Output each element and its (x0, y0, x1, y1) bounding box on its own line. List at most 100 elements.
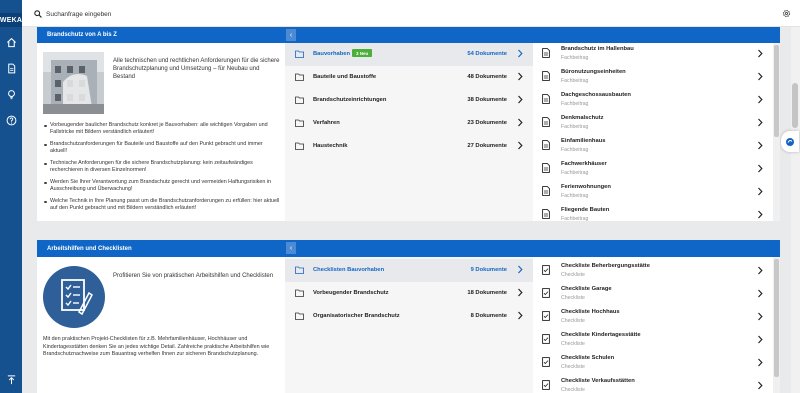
document-item[interactable]: Einfamilienhaus Fachbeitrag (533, 135, 771, 158)
feature-item: Welche Technik in Ihre Planung passt um … (43, 198, 281, 212)
category-item-haustechnik[interactable]: Haustechnik 27 Dokumente (285, 135, 533, 158)
section-promo-text: Alle technischen und rechtlichen Anforde… (113, 58, 280, 80)
category-item-organisatorischer-brandschutz[interactable]: Organisatorischer Brandschutz 8 Dokument… (285, 305, 533, 328)
folder-icon (295, 289, 304, 297)
document-type: Checkliste (561, 295, 585, 301)
checklist-icon (542, 288, 550, 298)
document-item[interactable]: Ferienwohnungen Fachbeitrag (533, 181, 771, 204)
collapse-button[interactable]: ‹ (286, 29, 296, 41)
document-icon (542, 117, 550, 127)
feature-item: Technische Anforderungen für die sichere… (43, 160, 281, 174)
document-title: Büronutzungseinheiten (561, 69, 626, 75)
document-type: Checkliste (561, 341, 585, 347)
document-list-scrollbar-thumb[interactable] (774, 259, 779, 377)
weka-logo[interactable]: WEKA (0, 13, 22, 27)
building-photo (43, 52, 104, 114)
category-item-bauteile[interactable]: Bauteile und Baustoffe 48 Dokumente (285, 66, 533, 89)
document-icon (542, 163, 550, 173)
checklist-icon (542, 380, 550, 390)
chevron-right-icon (758, 72, 763, 81)
folder-icon (295, 312, 304, 320)
category-count: 18 Dokumente (467, 290, 507, 296)
lightbulb-icon[interactable] (4, 87, 18, 101)
category-count: 48 Dokumente (467, 74, 507, 80)
document-type: Fachbeitrag (561, 101, 589, 107)
chevron-right-icon (518, 49, 523, 58)
document-title: Denkmalschutz (561, 115, 604, 121)
document-item[interactable]: Büronutzungseinheiten Fachbeitrag (533, 66, 771, 89)
checklist-icon (542, 311, 550, 321)
document-item[interactable]: Checkliste Hochhaus Checkliste (533, 306, 771, 329)
section-title: Arbeitshilfen und Checklisten (47, 245, 132, 252)
gear-icon[interactable] (782, 9, 791, 18)
document-item[interactable]: Checkliste Garage Checkliste (533, 283, 771, 306)
category-label: Brandschutzeinrichtungen (313, 97, 387, 103)
document-list-scrollbar-thumb[interactable] (774, 45, 779, 137)
category-item-vorbeugender-brandschutz[interactable]: Vorbeugender Brandschutz 18 Dokumente (285, 282, 533, 305)
category-item-brandschutzeinrichtungen[interactable]: Brandschutzeinrichtungen 38 Dokumente (285, 89, 533, 112)
document-type: Fachbeitrag (561, 78, 589, 84)
chevron-right-icon (758, 210, 763, 219)
category-item-verfahren[interactable]: Verfahren 23 Dokumente (285, 112, 533, 135)
document-title: Checkliste Beherbergungsstätte (561, 263, 650, 269)
document-type: Fachbeitrag (561, 55, 589, 61)
document-item[interactable]: Fliegende Bauten Fachbeitrag (533, 204, 771, 221)
section-arbeitshilfen: Arbeitshilfen und Checklisten ‹ Profitie… (37, 240, 780, 393)
document-title: Einfamilienhaus (561, 138, 606, 144)
category-count: 38 Dokumente (467, 97, 507, 103)
checklist-illustration (43, 266, 105, 328)
document-type: Fachbeitrag (561, 193, 589, 199)
category-label: Organisatorischer Brandschutz (313, 313, 400, 319)
category-label: Haustechnik (313, 143, 348, 149)
document-title: Fliegende Bauten (561, 207, 610, 213)
chevron-right-icon (758, 95, 763, 104)
feedback-widget[interactable] (781, 131, 799, 152)
chevron-right-icon (518, 72, 523, 81)
category-label: Bauteile und Baustoffe (313, 74, 377, 80)
category-item-checklisten-bauvorhaben[interactable]: Checklisten Bauvorhaben 9 Dokumente (285, 259, 533, 282)
chevron-right-icon (758, 381, 763, 390)
page-scrollbar-thumb[interactable] (792, 83, 798, 128)
category-list: Checklisten Bauvorhaben 9 Dokumente Vorb… (285, 257, 533, 393)
side-rail: WEKA (0, 0, 22, 393)
document-type: Fachbeitrag (561, 124, 589, 130)
document-item[interactable]: Checkliste Beherbergungsstätte Checklist… (533, 260, 771, 283)
chevron-right-icon (758, 118, 763, 127)
home-icon[interactable] (4, 35, 18, 49)
document-item[interactable]: Checkliste Kindertagesstätte Checkliste (533, 329, 771, 352)
search-input[interactable] (46, 7, 346, 21)
top-bar (22, 0, 800, 27)
document-item[interactable]: Brandschutz im Hallenbau Fachbeitrag (533, 43, 771, 66)
document-item[interactable]: Fachwerkhäuser Fachbeitrag (533, 158, 771, 181)
document-icon[interactable] (4, 61, 18, 75)
section-title: Brandschutz von A bis Z (47, 32, 117, 38)
chevron-right-icon (518, 118, 523, 127)
document-item[interactable]: Dachgeschossausbauten Fachbeitrag (533, 89, 771, 112)
chevron-right-icon (518, 311, 523, 320)
category-count: 9 Dokumente (470, 267, 507, 273)
chevron-right-icon (758, 358, 763, 367)
category-item-bauvorhaben[interactable]: Bauvorhaben 3 Neu 54 Dokumente (285, 43, 533, 66)
page-scrollbar[interactable] (791, 27, 800, 393)
search-icon[interactable] (34, 10, 42, 18)
section-promo-text: Profitieren Sie von praktischen Arbeitsh… (113, 273, 274, 279)
feature-item: Werden Sie Ihrer Verantwortung zum Brand… (43, 179, 281, 193)
folder-icon (295, 119, 304, 127)
folder-icon (295, 266, 304, 274)
scroll-to-top-icon[interactable] (4, 372, 18, 386)
chevron-right-icon (518, 265, 523, 274)
document-icon (542, 209, 550, 219)
document-type: Fachbeitrag (561, 147, 589, 153)
document-item[interactable]: Checkliste Schulen Checkliste (533, 352, 771, 375)
folder-icon (295, 50, 304, 58)
document-type: Fachbeitrag (561, 216, 589, 221)
document-type: Checkliste (561, 318, 585, 324)
collapse-button[interactable]: ‹ (286, 242, 296, 254)
category-label: Bauvorhaben (313, 51, 351, 57)
help-icon[interactable] (4, 113, 18, 127)
section-intro: Alle technischen und rechtlichen Anforde… (37, 43, 285, 221)
category-count: 54 Dokumente (467, 51, 507, 57)
document-item[interactable]: Checkliste Verkaufsstätten Checkliste (533, 375, 771, 393)
document-icon (542, 94, 550, 104)
document-item[interactable]: Denkmalschutz Fachbeitrag (533, 112, 771, 135)
